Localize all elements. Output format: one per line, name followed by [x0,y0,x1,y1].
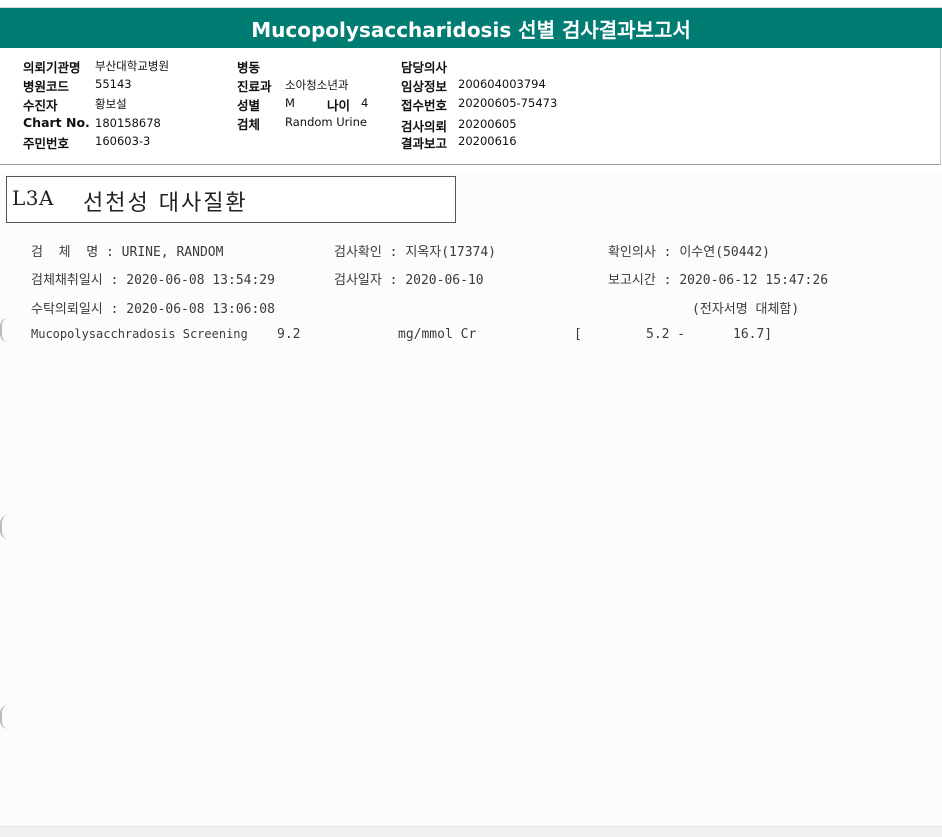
scan-punch-mark [0,515,8,539]
request-time-value: 2020-06-08 13:06:08 [126,302,275,317]
verify-field: 검사확인 : 지옥자(17374) [334,241,496,260]
scan-punch-mark [0,705,8,729]
result-unit: mg/mmol Cr [398,327,477,342]
resident-no-value: 160603-3 [95,134,151,148]
receipt-no-label: 접수번호 [401,98,448,113]
test-request-value: 20200605 [458,117,517,131]
result-ref-open: [ [574,327,582,342]
result-ref-low: 5.2 - [646,327,686,342]
collect-time-label: 검체채취일시 : [31,273,127,288]
specimen-name-label: 검 체 명 : [31,245,122,260]
test-date-label: 검사일자 : [334,273,406,288]
chart-no-label: Chart No. [23,115,90,130]
patient-label: 수진자 [23,98,58,113]
result-report-value: 20200616 [458,134,517,148]
specimen-label: 검체 [237,117,261,132]
specimen-value: Random Urine [285,115,367,129]
clinical-info-value: 200604003794 [458,77,546,91]
sex-value: M [285,96,295,110]
clinical-info-label: 임상정보 [401,79,448,94]
patient-value: 황보설 [95,97,127,111]
ward-label: 병동 [237,60,261,75]
doctor-label: 담당의사 [401,60,448,75]
window-top-edge [0,0,942,8]
result-value: 9.2 [277,327,301,342]
verify-label: 검사확인 : [334,245,406,260]
specimen-name-value: URINE, RANDOM [121,245,224,260]
patient-info-header: 의뢰기관명 부산대학교병원 병원코드 55143 수진자 황보설 Chart N… [0,48,941,165]
request-time-label: 수탁의뢰일시 : [31,302,127,317]
result-report-label: 결과보고 [401,136,448,151]
sex-label: 성별 [237,98,261,113]
hospital-value: 부산대학교병원 [95,59,170,73]
receipt-no-value: 20200605-75473 [458,96,558,110]
collect-time-value: 2020-06-08 13:54:29 [126,273,275,288]
section-title: 선천성 대사질환 [83,191,248,216]
hospital-code-value: 55143 [95,77,132,91]
scanned-report: L3A 선천성 대사질환 검 체 명 : URINE, RANDOM 검사확인 … [0,170,942,826]
test-date-value: 2020-06-10 [405,273,484,288]
resident-no-label: 주민번호 [23,136,70,151]
scan-punch-mark [0,318,8,342]
section-code: L3A [12,186,54,210]
chart-no-value: 180158678 [95,116,161,130]
report-time-value: 2020-06-12 15:47:26 [679,273,829,288]
specimen-name-field: 검 체 명 : URINE, RANDOM [31,241,223,260]
result-ref-high: 16.7] [733,327,773,342]
confirm-doctor-field: 확인의사 : 이수연(50442) [608,241,770,260]
department-label: 진료과 [237,79,272,94]
department-value: 소아청소년과 [285,78,349,92]
report-title: Mucopolysaccharidosis 선별 검사결과보고서 [251,17,691,42]
esign-note: (전자서명 대체함) [692,302,800,317]
request-time-field: 수탁의뢰일시 : 2020-06-08 13:06:08 [31,298,275,317]
window-bottom-edge [0,826,942,837]
report-time-label: 보고시간 : [608,273,680,288]
report-section-box: L3A 선천성 대사질환 [6,176,456,223]
confirm-doctor-label: 확인의사 : [608,245,680,260]
age-value: 4 [361,96,369,110]
hospital-code-label: 병원코드 [23,79,70,94]
report-banner: Mucopolysaccharidosis 선별 검사결과보고서 [0,8,942,48]
report-time-field: 보고시간 : 2020-06-12 15:47:26 [608,269,828,288]
hospital-label: 의뢰기관명 [23,60,81,75]
verify-value: 지옥자(17374) [405,245,496,260]
confirm-doctor-value: 이수연(50442) [679,245,770,260]
test-date-field: 검사일자 : 2020-06-10 [334,269,484,288]
age-label: 나이 [327,98,351,113]
collect-time-field: 검체채취일시 : 2020-06-08 13:54:29 [31,269,275,288]
result-test-name: Mucopolysacchradosis Screening [31,327,248,341]
